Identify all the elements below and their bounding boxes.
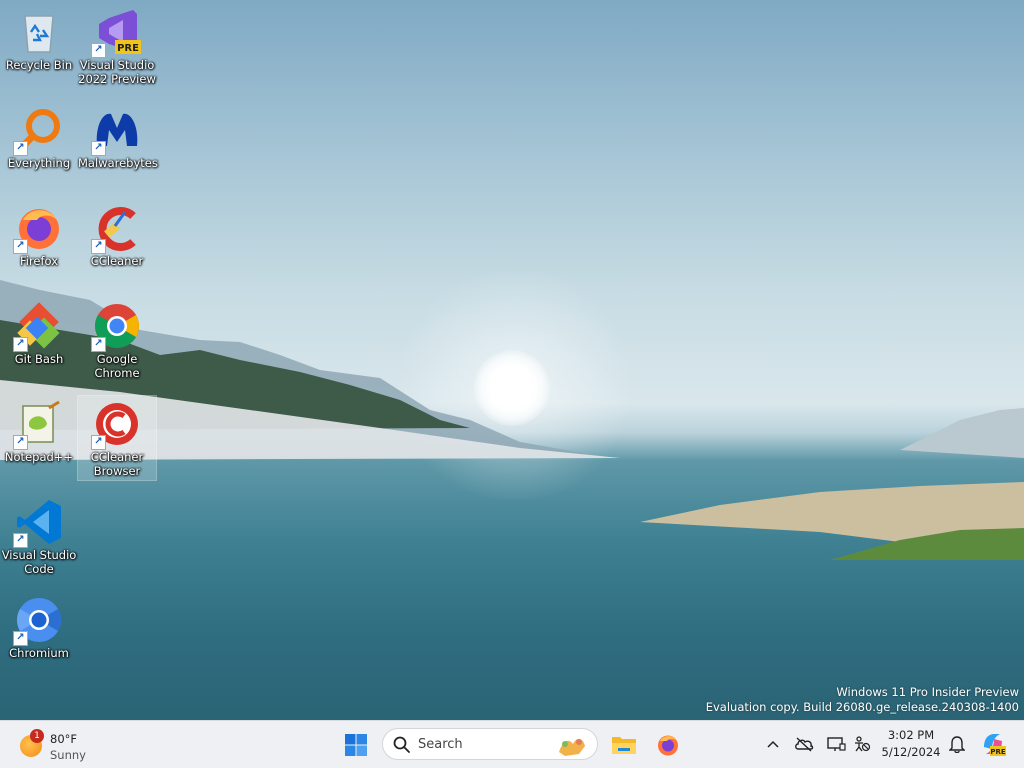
network-status[interactable]	[825, 733, 847, 755]
file-explorer-button[interactable]	[606, 727, 642, 763]
desktop-icon-label: Recycle Bin	[5, 58, 73, 72]
shortcut-arrow-icon: ↗	[91, 141, 106, 156]
shortcut-arrow-icon: ↗	[91, 239, 106, 254]
notification-bell-icon	[949, 736, 965, 753]
desktop-icon-notepad-plus-plus[interactable]: ↗ Notepad++	[0, 396, 78, 464]
sun	[474, 350, 550, 426]
clock-date: 5/12/2024	[881, 745, 941, 759]
desktop-icon-ccleaner-browser[interactable]: ↗ CCleaner Browser	[77, 395, 157, 481]
network-icon	[827, 737, 846, 751]
copilot-icon: PRE	[984, 734, 1006, 756]
desktop-icon-label: Chromium	[9, 646, 69, 660]
shortcut-arrow-icon: ↗	[91, 337, 106, 352]
desktop-icon-label: Visual Studio 2022 Preview	[78, 58, 156, 86]
search-highlight-icon	[559, 738, 585, 756]
shortcut-arrow-icon: ↗	[91, 43, 106, 58]
copilot-button[interactable]: PRE	[980, 731, 1006, 757]
desktop-icon-git-bash[interactable]: ↗ Git Bash	[0, 298, 78, 366]
chevron-up-icon	[767, 740, 779, 748]
search-placeholder: Search	[418, 737, 463, 752]
shortcut-arrow-icon: ↗	[13, 533, 28, 548]
evaluation-watermark: Windows 11 Pro Insider Preview Evaluatio…	[706, 685, 1019, 715]
start-icon	[345, 734, 367, 756]
notifications-button[interactable]	[946, 733, 968, 755]
weather-temperature: 80°F	[50, 732, 77, 746]
notification-count-badge: 1	[30, 729, 44, 743]
file-explorer-icon	[612, 737, 636, 754]
desktop-icon-google-chrome[interactable]: ↗ Google Chrome	[78, 298, 156, 380]
shortcut-arrow-icon: ↗	[91, 435, 106, 450]
desktop-icon-label: CCleaner Browser	[90, 450, 144, 478]
onedrive-status[interactable]	[793, 733, 815, 755]
show-hidden-icons-button[interactable]	[762, 733, 784, 755]
firefox-taskbar-button[interactable]	[650, 727, 686, 763]
start-button[interactable]	[338, 727, 374, 763]
shortcut-arrow-icon: ↗	[13, 631, 28, 646]
desktop-icon-chromium[interactable]: ↗ Chromium	[0, 592, 78, 660]
taskbar-search-box[interactable]: Search	[382, 728, 598, 760]
desktop-icon-ccleaner[interactable]: ↗ CCleaner	[78, 200, 156, 268]
desktop-icon-label: Google Chrome	[94, 352, 140, 380]
clock-time: 3:02 PM	[887, 728, 935, 742]
desktop-icon-everything[interactable]: ↗ Everything	[0, 102, 78, 170]
desktop-icon-label: Firefox	[19, 254, 59, 268]
watermark-line-1: Windows 11 Pro Insider Preview	[836, 685, 1019, 699]
watermark-line-2: Evaluation copy. Build 26080.ge_release.…	[705, 700, 1019, 714]
taskbar: 1 80°F Sunny Search 3:02 PM 5/12/2024 PR…	[0, 720, 1024, 768]
recycle-bin-icon	[24, 15, 54, 53]
firefox-icon	[658, 735, 678, 756]
taskbar-clock[interactable]: 3:02 PM 5/12/2024	[876, 727, 946, 761]
svg-text:PRE: PRE	[117, 43, 139, 54]
desktop-icon-label: Malwarebytes	[78, 156, 158, 170]
desktop-icon-label: Git Bash	[14, 352, 64, 366]
desktop-icon-recycle-bin[interactable]: Recycle Bin	[0, 4, 78, 72]
desktop-icon-visual-studio-code[interactable]: ↗ Visual Studio Code	[0, 494, 78, 576]
desktop-icon-visual-studio-2022-preview[interactable]: PRE ↗ Visual Studio 2022 Preview	[78, 4, 156, 86]
shortcut-arrow-icon: ↗	[13, 337, 28, 352]
search-icon	[393, 736, 410, 753]
desktop-icon-firefox[interactable]: ↗ Firefox	[0, 200, 78, 268]
onedrive-offline-icon	[795, 737, 814, 752]
shortcut-arrow-icon: ↗	[13, 435, 28, 450]
weather-widget[interactable]: 1 80°F Sunny	[14, 727, 124, 763]
shortcut-arrow-icon: ↗	[13, 239, 28, 254]
desktop-icon-label: CCleaner	[90, 254, 144, 268]
desktop[interactable]: Recycle Bin PRE ↗ Visual Studio 2022 Pre…	[0, 0, 1024, 720]
svg-text:PRE: PRE	[990, 748, 1006, 756]
desktop-icon-label: Notepad++	[4, 450, 74, 464]
desktop-icon-label: Visual Studio Code	[1, 548, 77, 576]
accessibility-icon	[855, 736, 871, 752]
weather-condition: Sunny	[50, 748, 86, 762]
accessibility-status[interactable]	[851, 733, 873, 755]
desktop-icon-malwarebytes[interactable]: ↗ Malwarebytes	[78, 102, 158, 170]
shortcut-arrow-icon: ↗	[13, 141, 28, 156]
desktop-icon-label: Everything	[7, 156, 71, 170]
